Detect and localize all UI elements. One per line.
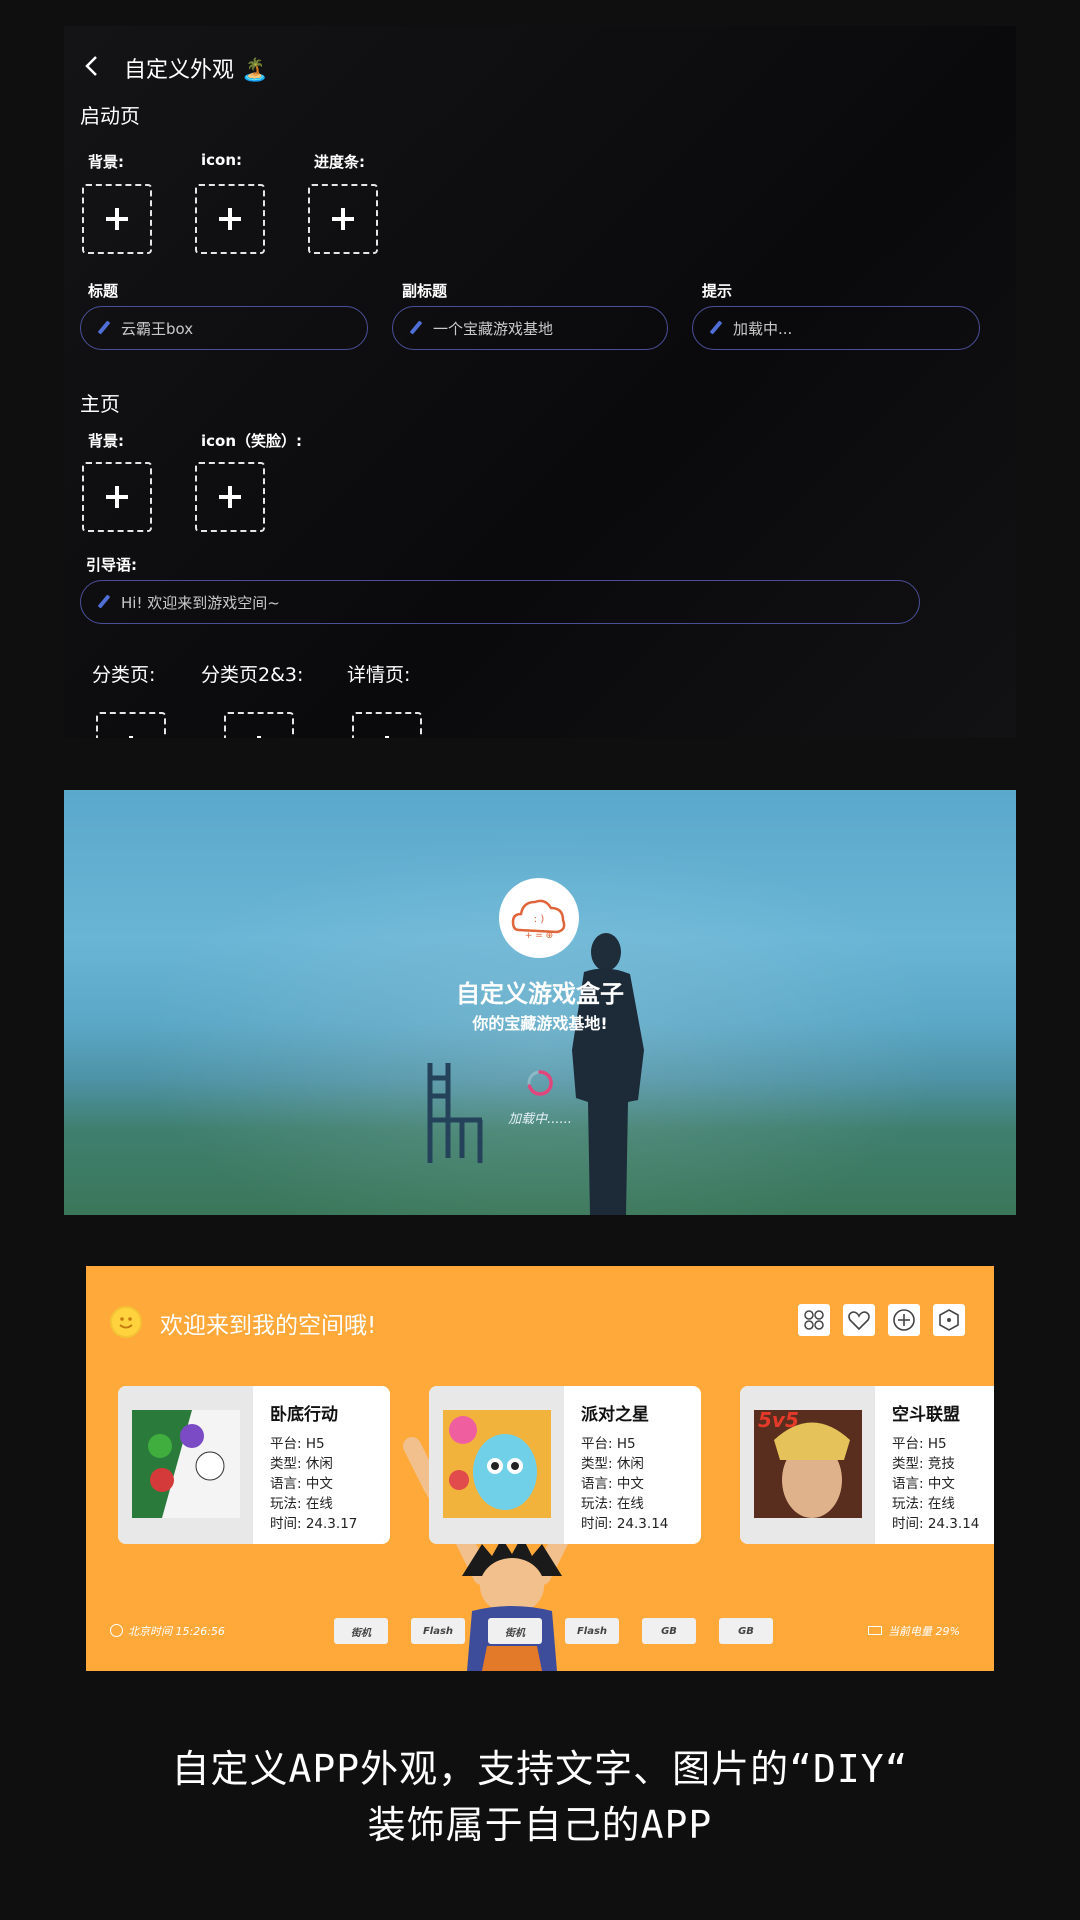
game-time: 时间: 24.3.14 (892, 1516, 980, 1532)
guide-input-value: Hi! 欢迎来到游戏空间~ (121, 593, 280, 612)
game-badge: 5v5 (758, 1408, 799, 1432)
game-type: 类型: 休闲 (581, 1456, 644, 1472)
game-title: 空斗联盟 (892, 1405, 960, 1425)
game-platform: 平台: H5 (892, 1436, 947, 1452)
detail-upload-button[interactable] (352, 712, 422, 738)
game-thumbnail (443, 1410, 551, 1518)
game-type: 类型: 休闲 (270, 1456, 333, 1472)
heart-icon[interactable] (843, 1304, 875, 1336)
launch-section-heading: 启动页 (80, 104, 140, 128)
loading-spinner-icon (527, 1070, 553, 1096)
game-time: 时间: 24.3.17 (270, 1516, 358, 1532)
guide-label: 引导语: (86, 556, 137, 574)
game-language: 语言: 中文 (892, 1476, 955, 1492)
subtitle-label: 副标题 (402, 282, 448, 300)
back-icon[interactable] (82, 54, 102, 78)
category-label: 分类页: (92, 664, 156, 686)
game-platform: 平台: H5 (270, 1436, 325, 1452)
subtitle-input-value: 一个宝藏游戏基地 (433, 319, 554, 338)
game-platform: 平台: H5 (581, 1436, 636, 1452)
man-silhouette (572, 933, 644, 1215)
page-title: 自定义外观 🏝️ (124, 58, 269, 83)
guide-input[interactable]: Hi! 欢迎来到游戏空间~ (80, 580, 920, 624)
loading-text: 加载中...... (508, 1112, 572, 1127)
add-icon[interactable] (888, 1304, 920, 1336)
smiley-icon (110, 1306, 142, 1338)
tag-chip[interactable]: Flash (565, 1618, 619, 1644)
launch-progress-label: 进度条: (314, 153, 365, 171)
game-title: 派对之星 (581, 1405, 649, 1425)
launch-bg-label: 背景: (88, 153, 124, 171)
caption-line-2: 装饰属于自己的APP (367, 1803, 713, 1847)
customize-settings-panel: 自定义外观 🏝️ 启动页 背景: icon: 进度条: 标题 副标题 提示 云霸… (64, 26, 1016, 738)
category23-label: 分类页2&3: (201, 664, 304, 686)
hint-label: 提示 (702, 282, 733, 300)
svg-text:+ = ⊕: + = ⊕ (525, 931, 553, 941)
hint-input-value: 加载中... (733, 319, 793, 338)
welcome-text: 欢迎来到我的空间哦! (160, 1313, 377, 1339)
pencil-icon (709, 321, 723, 335)
launch-icon-upload-button[interactable] (195, 184, 265, 254)
game-card[interactable]: 派对之星 平台: H5 类型: 休闲 语言: 中文 玩法: 在线 时间: 24.… (429, 1386, 701, 1544)
splash-title: 自定义游戏盒子 (456, 980, 624, 1008)
game-title: 卧底行动 (270, 1405, 338, 1425)
splash-subtitle: 你的宝藏游戏基地! (472, 1014, 608, 1033)
game-language: 语言: 中文 (270, 1476, 333, 1492)
launch-icon-label: icon: (201, 151, 243, 169)
hint-input[interactable]: 加载中... (692, 306, 980, 350)
home-section-heading: 主页 (80, 392, 120, 416)
launch-bg-upload-button[interactable] (82, 184, 152, 254)
home-bg-upload-button[interactable] (82, 462, 152, 532)
battery-text: 当前电量 29% (888, 1625, 960, 1638)
tag-chip[interactable]: 街机 (488, 1618, 542, 1644)
tag-chip[interactable]: 街机 (334, 1618, 388, 1644)
caption-line-1: 自定义APP外观，支持文字、图片的“DIY“ (171, 1747, 909, 1791)
game-language: 语言: 中文 (581, 1476, 644, 1492)
home-icon-upload-button[interactable] (195, 462, 265, 532)
launch-progress-upload-button[interactable] (308, 184, 378, 254)
game-mode: 玩法: 在线 (270, 1496, 333, 1512)
detail-label: 详情页: (347, 664, 411, 686)
home-preview: 欢迎来到我的空间哦! 卧底行动 平台: H5 类型: 休闲 语言: 中文 玩法:… (86, 1266, 994, 1671)
game-card[interactable]: 5v5 空斗联盟 平台: H5 类型: 竞技 语言: 中文 玩法: 在线 时间:… (740, 1386, 994, 1544)
home-bg-label: 背景: (88, 432, 124, 450)
pencil-icon (97, 595, 111, 609)
svg-text:: ): : ) (534, 914, 545, 925)
game-mode: 玩法: 在线 (581, 1496, 644, 1512)
game-type: 类型: 竞技 (892, 1456, 955, 1472)
battery-icon (868, 1626, 882, 1635)
game-time: 时间: 24.3.14 (581, 1516, 669, 1532)
title-input-value: 云霸王box (121, 319, 194, 338)
tag-chip[interactable]: Flash (411, 1618, 465, 1644)
game-card[interactable]: 卧底行动 平台: H5 类型: 休闲 语言: 中文 玩法: 在线 时间: 24.… (118, 1386, 390, 1544)
clock-text: 北京时间 15:26:56 (128, 1625, 225, 1638)
hexagon-icon[interactable] (933, 1304, 965, 1336)
game-thumbnail (132, 1410, 240, 1518)
splash-preview: : ) + = ⊕ 自定义游戏盒子 你的宝藏游戏基地! 加载中...... (64, 790, 1016, 1215)
tag-chip[interactable]: GB (719, 1618, 773, 1644)
category23-upload-button[interactable] (224, 712, 294, 738)
clock-icon (110, 1624, 123, 1637)
apps-icon[interactable] (798, 1304, 830, 1336)
game-mode: 玩法: 在线 (892, 1496, 955, 1512)
home-icon-label: icon（笑脸）: (201, 432, 303, 450)
title-label: 标题 (88, 282, 119, 300)
category-upload-button[interactable] (96, 712, 166, 738)
pencil-icon (97, 321, 111, 335)
title-input[interactable]: 云霸王box (80, 306, 368, 350)
subtitle-input[interactable]: 一个宝藏游戏基地 (392, 306, 668, 350)
app-logo: : ) + = ⊕ (499, 878, 579, 958)
pencil-icon (409, 321, 423, 335)
tag-chip[interactable]: GB (642, 1618, 696, 1644)
